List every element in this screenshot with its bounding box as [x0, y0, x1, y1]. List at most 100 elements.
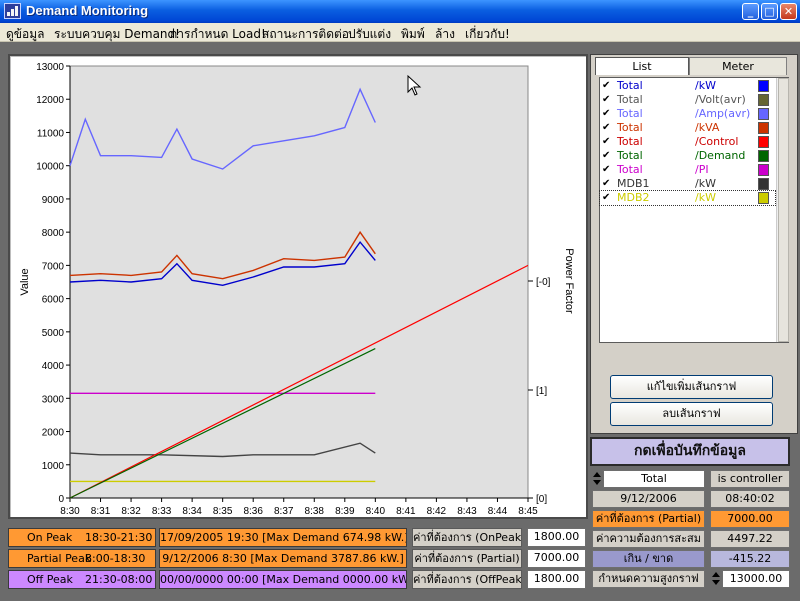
color-swatch[interactable] [758, 94, 769, 106]
check-icon[interactable]: ✔ [602, 121, 610, 134]
y-axis-label: Value [19, 268, 31, 295]
over-short-label: เกิน / ขาด [592, 550, 705, 568]
channel-unit: /PI [695, 163, 709, 176]
close-button[interactable]: ✕ [780, 3, 797, 20]
menu-view-data[interactable]: ดูข้อมูล [6, 25, 44, 44]
demand-chart: 0 1000 2000 3000 4000 5000 6000 7000 8000 9000 100… [8, 54, 588, 519]
x-tick-label: 8:42 [427, 506, 447, 517]
tab-list[interactable]: List [595, 57, 689, 75]
y-tick-label: 11000 [37, 128, 65, 139]
edit-graph-line-button[interactable]: แก้ไขเพิ่มเส้นกราฟ [610, 375, 773, 399]
peak-target-value[interactable]: 7000.00 [527, 549, 586, 568]
demand-monitoring-window: Demand Monitoring _ □ ✕ ดูข้อมูล ระบบควบ… [0, 0, 800, 601]
peak-period-label: On Peak 18:30-21:30 [8, 528, 156, 547]
list-scrollbar[interactable] [776, 78, 789, 342]
x-tick-label: 8:39 [335, 506, 355, 517]
channel-row[interactable]: ✔ Total/Demand [600, 149, 775, 163]
y-tick-label: 5000 [42, 328, 65, 339]
peak-name: On Peak [27, 531, 73, 544]
channel-row[interactable]: ✔ Total/Control [600, 135, 775, 149]
check-icon[interactable]: ✔ [602, 149, 610, 162]
peak-period-label: Off Peak 21:30-08:00 [8, 570, 156, 589]
tab-meter[interactable]: Meter [689, 57, 787, 75]
check-icon[interactable]: ✔ [602, 177, 610, 190]
app-icon [4, 3, 21, 19]
minimize-button[interactable]: _ [742, 3, 759, 20]
peak-max-demand: 9/12/2006 8:30 [Max Demand 3787.86 kW.] [159, 549, 407, 568]
graph-height-spin-icon[interactable] [711, 570, 721, 588]
menu-demand-control[interactable]: ระบบควบคุม Demand! [54, 25, 180, 44]
peak-target-value[interactable]: 1800.00 [527, 570, 586, 589]
save-data-button[interactable]: กดเพื่อบันทึกข้อมูล [590, 437, 790, 466]
color-swatch[interactable] [758, 164, 769, 176]
channel-row[interactable]: ✔ Total/kW [600, 79, 775, 93]
color-swatch[interactable] [758, 122, 769, 134]
check-icon[interactable]: ✔ [602, 93, 610, 106]
menu-customize[interactable]: ปรับแต่ง [348, 25, 391, 44]
x-tick-label: 8:32 [121, 506, 141, 517]
x-tick-label: 8:36 [243, 506, 263, 517]
color-swatch[interactable] [758, 150, 769, 162]
y-tick-label: 0 [58, 494, 64, 505]
chart-svg: 0 1000 2000 3000 4000 5000 6000 7000 8000 9000 100… [19, 62, 575, 517]
channel-name: MDB2 [617, 191, 650, 204]
color-swatch[interactable] [758, 136, 769, 148]
peak-name: Off Peak [27, 573, 73, 586]
partial-target-value: 7000.00 [710, 510, 790, 528]
delete-graph-line-button[interactable]: ลบเส้นกราฟ [610, 402, 773, 426]
y-tick-label: 4000 [42, 361, 65, 372]
menu-print[interactable]: พิมพ์ [401, 25, 425, 44]
channel-name: Total [617, 121, 643, 134]
menu-load-setting[interactable]: การกำหนด Load! [170, 25, 266, 44]
check-icon[interactable]: ✔ [602, 135, 610, 148]
accumulated-demand-label: ค่าความต้องการสะสม [592, 530, 705, 548]
peak-hours: 21:30-08:00 [85, 573, 153, 586]
check-icon[interactable]: ✔ [602, 191, 610, 204]
check-icon[interactable]: ✔ [602, 163, 610, 176]
x-tick-label: 8:31 [91, 506, 111, 517]
x-tick-label: 8:33 [152, 506, 172, 517]
color-swatch[interactable] [758, 80, 769, 92]
color-swatch[interactable] [758, 178, 769, 190]
current-date: 9/12/2006 [592, 490, 705, 508]
x-tick-label: 8:35 [213, 506, 233, 517]
title-bar: Demand Monitoring _ □ ✕ [0, 0, 800, 23]
channel-name: Total [617, 163, 643, 176]
color-swatch[interactable] [758, 192, 769, 204]
y-tick-label: 10000 [36, 162, 64, 173]
y-tick-label: 12000 [36, 95, 64, 106]
current-time: 08:40:02 [710, 490, 790, 508]
channel-name: MDB1 [617, 177, 650, 190]
channel-row[interactable]: ✔ MDB2/kW [599, 190, 776, 206]
peak-hours: 18:30-21:30 [85, 531, 153, 544]
channel-row[interactable]: ✔ Total/kVA [600, 121, 775, 135]
channel-name: Total [617, 93, 643, 106]
menu-connection-status[interactable]: สถานะการติดต่อ [262, 25, 349, 44]
menu-about[interactable]: เกี่ยวกับ! [465, 25, 510, 44]
channel-unit: /kVA [695, 121, 720, 134]
selector-spin-icon[interactable] [592, 470, 602, 488]
partial-target-label: ค่าที่ต้องการ (Partial) [592, 510, 705, 528]
x-tick-label: 8:34 [182, 506, 202, 517]
menu-clear[interactable]: ล้าง [435, 25, 455, 44]
accumulated-demand-value: 4497.22 [710, 530, 790, 548]
channel-name: Total [617, 149, 643, 162]
y-tick-label: 8000 [42, 228, 65, 239]
channel-selector[interactable]: Total [603, 470, 705, 488]
channel-unit: /Volt(avr) [695, 93, 746, 106]
channel-panel: List Meter ✔ Total/kW ✔ Total/Volt(avr) ✔ Tot… [590, 54, 798, 434]
peak-target-value[interactable]: 1800.00 [527, 528, 586, 547]
channel-row[interactable]: ✔ MDB1/kW [600, 177, 775, 191]
check-icon[interactable]: ✔ [602, 79, 610, 92]
channel-unit: /kW [695, 79, 716, 92]
graph-height-input[interactable]: 13000.00 [722, 570, 790, 588]
maximize-button[interactable]: □ [761, 3, 778, 20]
channel-row[interactable]: ✔ Total/PI [600, 163, 775, 177]
y-tick-label: 9000 [42, 195, 65, 206]
channel-row[interactable]: ✔ Total/Volt(avr) [600, 93, 775, 107]
peak-period-label: Partial Peak 8:00-18:30 [8, 549, 156, 568]
channel-unit: /Amp(avr) [695, 107, 751, 120]
channel-row[interactable]: ✔ Total/Amp(avr) [600, 107, 775, 121]
check-icon[interactable]: ✔ [602, 107, 610, 120]
color-swatch[interactable] [758, 108, 769, 120]
